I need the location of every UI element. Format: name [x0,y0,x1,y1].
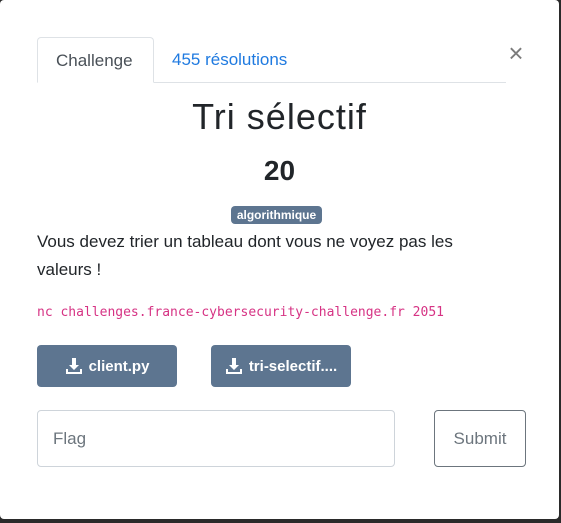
tab-challenge[interactable]: Challenge [37,37,154,83]
download-client-button[interactable]: client.py [37,345,177,387]
download-archive-button[interactable]: tri-selectif.... [211,345,351,387]
flag-input[interactable] [37,410,395,467]
challenge-points: 20 [263,155,296,186]
category-badge: algorithmique [231,206,322,224]
close-icon[interactable]: × [505,40,527,66]
download-label: tri-selectif.... [248,357,338,375]
challenge-modal: Challenge 455 résolutions × Tri sélectif… [0,0,559,519]
download-label: client.py [88,357,150,375]
challenge-description: Vous devez trier un tableau dont vous ne… [37,232,453,279]
submit-button[interactable]: Submit [434,410,526,467]
tab-bar: Challenge 455 résolutions [37,37,506,83]
connection-command: nc challenges.france-cybersecurity-chall… [37,305,444,320]
challenge-title: Tri sélectif [192,96,367,137]
tab-resolutions[interactable]: 455 résolutions [154,37,305,82]
download-icon [225,358,242,374]
download-icon [65,358,82,374]
